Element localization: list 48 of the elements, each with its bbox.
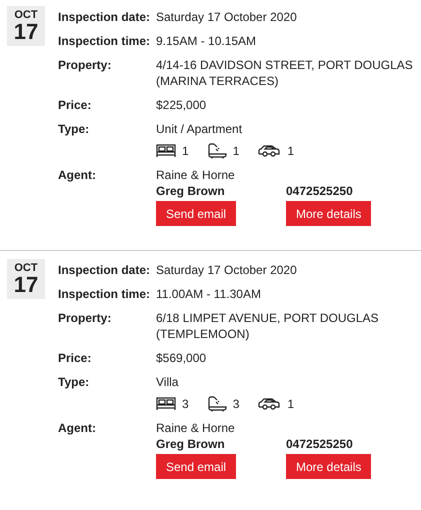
agency-name: Raine & Horne xyxy=(156,420,236,436)
month-label: OCT xyxy=(14,262,38,274)
bed-icon xyxy=(156,144,176,158)
car-icon xyxy=(257,144,282,158)
field-value: 6/18 LIMPET AVENUE, PORT DOUGLAS (TEMPLEMOON) xyxy=(156,310,380,342)
field-label: Agent: xyxy=(58,420,97,437)
feature-count: 3 xyxy=(232,397,240,411)
field-value: Saturday 17 October 2020 xyxy=(156,9,298,25)
day-number: 17 xyxy=(14,274,38,296)
field-label: Price: xyxy=(58,350,92,366)
agent-name: Greg Brown xyxy=(156,184,226,198)
agent-name: Greg Brown xyxy=(156,437,226,451)
field-label: Type: xyxy=(58,121,90,138)
field-label: Inspection date: xyxy=(58,9,152,25)
field-label: Inspection time: xyxy=(58,286,152,302)
bath-icon xyxy=(206,143,227,159)
field-value: 11.00AM - 11.30AM xyxy=(156,286,262,302)
action-button[interactable]: More details xyxy=(286,201,372,226)
bed-icon xyxy=(156,397,176,411)
field-value: Villa xyxy=(156,374,180,390)
feature-count: 1 xyxy=(287,397,294,411)
field-value: 4/14-16 DAVIDSON STREET, PORT DOUGLAS (MARINA TERRACES) xyxy=(156,57,414,89)
action-button[interactable]: Send email xyxy=(156,201,236,226)
phone-number: 0472525250 xyxy=(286,437,354,451)
day-number: 17 xyxy=(14,20,38,42)
feature-count: 1 xyxy=(182,144,189,158)
field-value: Saturday 17 October 2020 xyxy=(156,262,298,278)
bath-icon xyxy=(206,396,227,412)
field-label: Type: xyxy=(58,374,90,391)
action-button[interactable]: Send email xyxy=(156,454,236,479)
feature-count: 1 xyxy=(287,144,294,158)
action-button[interactable]: More details xyxy=(286,454,372,479)
field-label: Inspection date: xyxy=(58,262,152,278)
month-label: OCT xyxy=(14,10,38,20)
field-value: 9.15AM - 10.15AM xyxy=(156,33,258,49)
agency-name: Raine & Horne xyxy=(156,167,236,183)
phone-number: 0472525250 xyxy=(286,184,354,198)
field-label: Property: xyxy=(58,57,112,74)
field-value: $569,000 xyxy=(156,350,208,366)
field-label: Price: xyxy=(58,97,92,113)
field-label: Inspection time: xyxy=(58,33,152,49)
field-value: $225,000 xyxy=(156,97,208,113)
feature-count: 1 xyxy=(232,144,240,158)
car-icon xyxy=(257,397,282,411)
field-value: Unit / Apartment xyxy=(156,121,244,137)
field-label: Agent: xyxy=(58,167,97,184)
feature-count: 3 xyxy=(182,397,189,411)
field-label: Property: xyxy=(58,310,112,327)
